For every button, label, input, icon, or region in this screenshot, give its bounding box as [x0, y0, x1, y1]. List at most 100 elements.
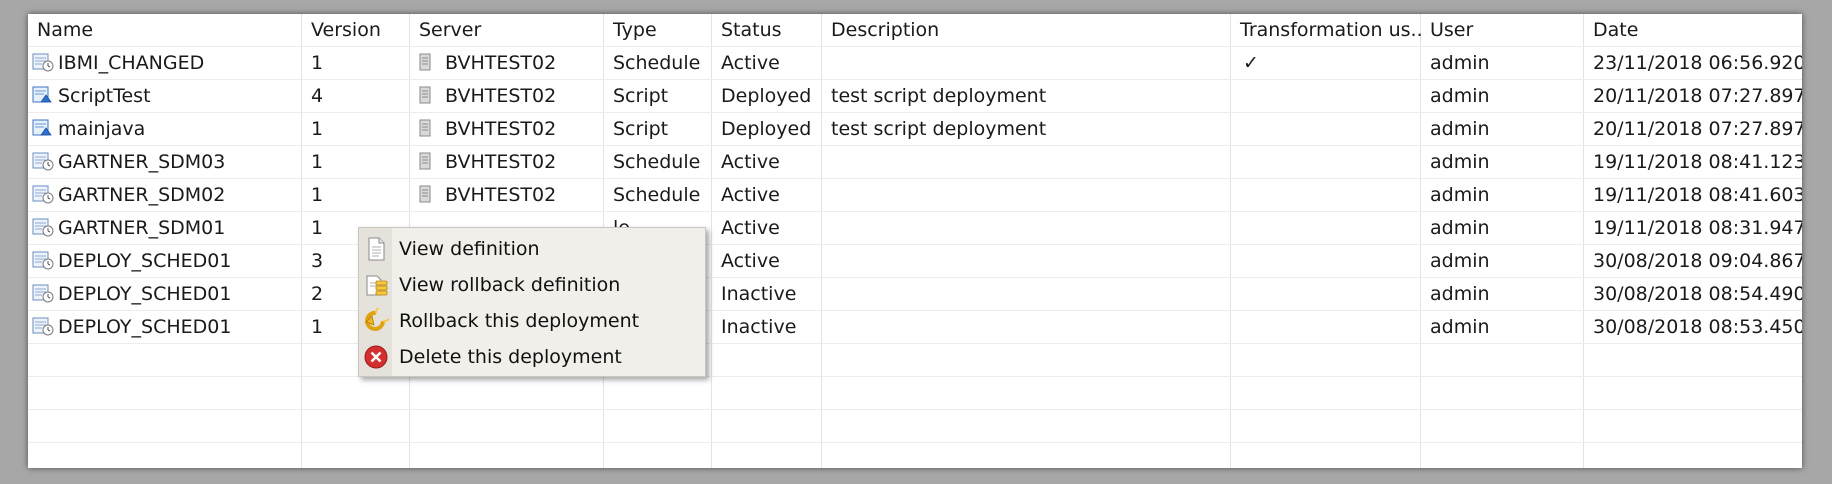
schedule-icon — [32, 185, 54, 203]
cell-transformation — [1231, 278, 1421, 311]
column-header[interactable]: Server — [410, 14, 604, 47]
column-header[interactable]: Type — [604, 14, 712, 47]
cell-user: admin — [1430, 85, 1490, 107]
cell-user: admin — [1430, 184, 1490, 206]
document-icon — [368, 237, 385, 261]
script-icon — [32, 119, 52, 135]
table-row[interactable]: DEPLOY_SCHED013leActiveadmin30/08/2018 0… — [28, 245, 1802, 278]
cell-name: GARTNER_SDM03 — [28, 146, 302, 179]
row-name: GARTNER_SDM02 — [58, 184, 226, 206]
cell-date: 20/11/2018 07:27.897 — [1593, 118, 1802, 140]
cell-name: mainjava — [28, 113, 302, 146]
cell-status: Active — [721, 217, 780, 239]
cell-date: 30/08/2018 08:54.490 — [1593, 283, 1802, 305]
cell-server: BVHTEST02 — [410, 47, 604, 80]
cell-description — [822, 146, 1231, 179]
cell-type: Script — [613, 118, 669, 140]
row-server: BVHTEST02 — [445, 52, 557, 74]
table-row[interactable]: IBMI_CHANGED 1 BVHTEST02 Schedule Active ✓ adm… — [28, 47, 1802, 80]
cell-transformation — [1231, 212, 1421, 245]
cell-description — [822, 245, 1231, 278]
table-row[interactable]: DEPLOY_SCHED011leInactiveadmin30/08/2018… — [28, 311, 1802, 344]
column-header[interactable]: Date — [1584, 14, 1802, 47]
cell-status: Deployed — [721, 118, 812, 140]
row-divider — [28, 376, 1802, 377]
server-icon — [419, 86, 431, 103]
cell-transformation — [1231, 146, 1421, 179]
column-header[interactable]: Name — [28, 14, 302, 47]
cell-transformation — [1231, 113, 1421, 146]
cell-user: admin — [1430, 283, 1490, 305]
cell-date: 19/11/2018 08:31.947 — [1593, 217, 1802, 239]
column-header[interactable]: Version — [302, 14, 410, 47]
table-row[interactable]: GARTNER_SDM02 1 BVHTEST02 Schedule Active adm… — [28, 179, 1802, 212]
cell-transformation — [1231, 179, 1421, 212]
cell-name: GARTNER_SDM02 — [28, 179, 302, 212]
server-icon — [419, 53, 431, 70]
cell-status: Active — [721, 250, 780, 272]
cell-server: BVHTEST02 — [410, 80, 604, 113]
cell-version: 1 — [311, 151, 324, 173]
cell-transformation — [1231, 245, 1421, 278]
row-name: GARTNER_SDM03 — [58, 151, 226, 173]
menu-item-label: Delete this deployment — [399, 346, 622, 368]
cell-type: Schedule — [613, 151, 701, 173]
column-header[interactable]: User — [1421, 14, 1584, 47]
cell-version: 1 — [311, 184, 324, 206]
server-icon — [419, 185, 431, 202]
row-divider — [28, 442, 1802, 443]
row-divider — [28, 409, 1802, 410]
cell-status: Active — [721, 151, 780, 173]
cell-status: Inactive — [721, 283, 797, 305]
menu-item-label: Rollback this deployment — [399, 310, 640, 332]
cell-date: 23/11/2018 06:56.920 — [1593, 52, 1802, 74]
menu-item-label: View rollback definition — [399, 274, 621, 296]
column-header[interactable]: Status — [712, 14, 822, 47]
cell-date: 20/11/2018 07:27.897 — [1593, 85, 1802, 107]
cell-description — [822, 212, 1231, 245]
cell-description — [822, 47, 1231, 80]
cell-date: 30/08/2018 08:53.450 — [1593, 316, 1802, 338]
row-name: GARTNER_SDM01 — [58, 217, 226, 239]
cell-name: DEPLOY_SCHED01 — [28, 278, 302, 311]
column-header[interactable]: Description — [822, 14, 1231, 47]
row-name: IBMI_CHANGED — [58, 52, 205, 74]
cell-type: Schedule — [613, 184, 701, 206]
row-name: DEPLOY_SCHED01 — [58, 283, 232, 305]
menu-item-view-rollback-definition[interactable]: View rollback definition — [359, 266, 705, 304]
cell-description — [822, 278, 1231, 311]
rollback-icon — [365, 308, 389, 331]
cell-version: 1 — [311, 52, 324, 74]
cell-name: GARTNER_SDM01 — [28, 212, 302, 245]
server-icon — [419, 119, 431, 136]
menu-item-view-definition[interactable]: View definition — [359, 230, 705, 268]
table-row[interactable]: GARTNER_SDM011leActiveadmin19/11/2018 08… — [28, 212, 1802, 245]
schedule-icon — [32, 251, 54, 269]
cell-name: DEPLOY_SCHED01 — [28, 311, 302, 344]
table-row[interactable]: ScriptTest 4 BVHTEST02 Script Deployed test s… — [28, 80, 1802, 113]
column-header[interactable]: Transformation us... — [1231, 14, 1421, 47]
table-row[interactable]: mainjava 1 BVHTEST02 Script Deployed test scr… — [28, 113, 1802, 146]
row-name: DEPLOY_SCHED01 — [58, 250, 232, 272]
cell-user: admin — [1430, 151, 1490, 173]
schedule-icon — [32, 284, 54, 302]
cell-description — [822, 311, 1231, 344]
cell-description: test script deployment — [831, 85, 1047, 107]
table-row[interactable]: DEPLOY_SCHED012leInactiveadmin30/08/2018… — [28, 278, 1802, 311]
row-name: ScriptTest — [58, 85, 151, 107]
cell-transformation — [1231, 311, 1421, 344]
cell-user: admin — [1430, 118, 1490, 140]
table-row[interactable]: GARTNER_SDM03 1 BVHTEST02 Schedule Active adm… — [28, 146, 1802, 179]
table-header: Name Version Server Type Status Description Tr… — [28, 14, 1802, 47]
menu-item-delete-deployment[interactable]: Delete this deployment — [359, 338, 705, 376]
cell-name: DEPLOY_SCHED01 — [28, 245, 302, 278]
schedule-icon — [32, 317, 54, 335]
cell-server: BVHTEST02 — [410, 113, 604, 146]
cell-name: ScriptTest — [28, 80, 302, 113]
row-name: mainjava — [58, 118, 146, 140]
row-server: BVHTEST02 — [445, 118, 557, 140]
server-icon — [419, 152, 431, 169]
window-backdrop: Name Version Server Type Status Description Tr… — [0, 0, 1832, 484]
deployments-table: Name Version Server Type Status Description Tr… — [28, 14, 1802, 468]
menu-item-rollback-deployment[interactable]: Rollback this deployment — [359, 302, 705, 340]
